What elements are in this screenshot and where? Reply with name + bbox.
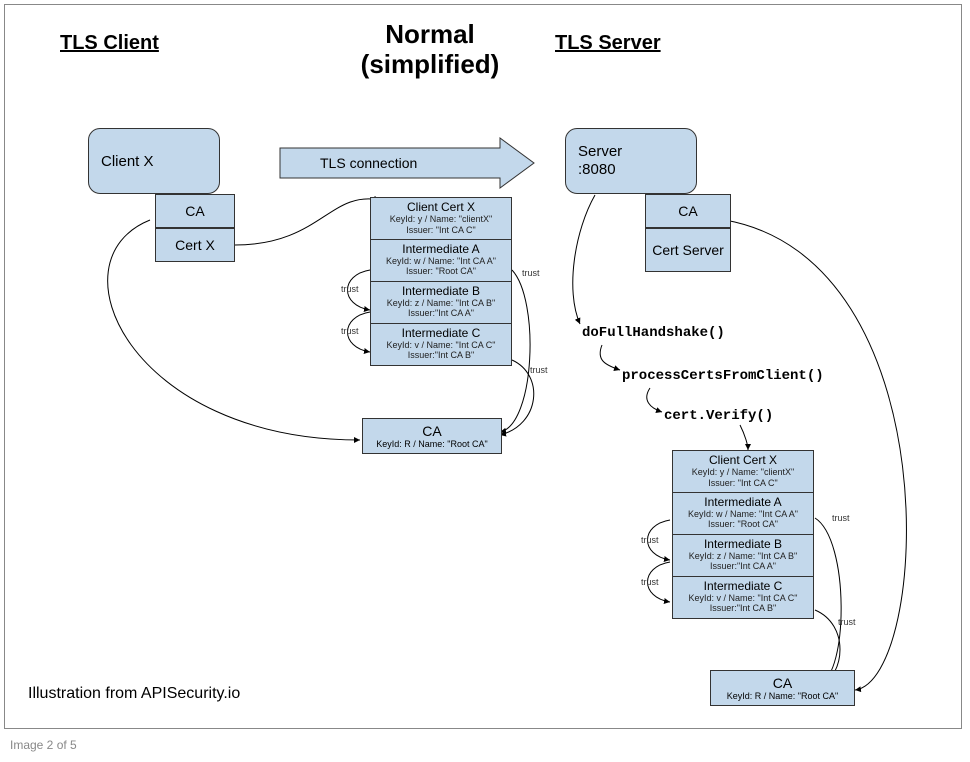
server-ca-box: CA — [645, 194, 731, 228]
chain-left-cert1: Intermediate A KeyId: w / Name: "Int CA … — [371, 240, 511, 282]
chain-right-cert2: Intermediate B KeyId: z / Name: "Int CA … — [673, 535, 813, 577]
chain-right-cert1-title: Intermediate A — [677, 496, 809, 509]
trust-label-r1: trust — [641, 535, 659, 545]
chain-left-cert3-sub1: KeyId: v / Name: "Int CA C" — [375, 340, 507, 350]
chain-right-cert3: Intermediate C KeyId: v / Name: "Int CA … — [673, 577, 813, 618]
image-counter: Image 2 of 5 — [10, 738, 77, 752]
trust-label-l2: trust — [341, 326, 359, 336]
func-handshake: doFullHandshake() — [582, 325, 725, 341]
chain-right-cert0-sub1: KeyId: y / Name: "clientX" — [677, 467, 809, 477]
chain-right-cert1-sub1: KeyId: w / Name: "Int CA A" — [677, 509, 809, 519]
client-cert-label: Cert X — [175, 237, 215, 253]
chain-right-cert1-sub2: Issuer: "Root CA" — [677, 519, 809, 529]
chain-right-cert1: Intermediate A KeyId: w / Name: "Int CA … — [673, 493, 813, 535]
chain-left-cert3-sub2: Issuer:"Int CA B" — [375, 350, 507, 360]
trust-label-l4: trust — [530, 365, 548, 375]
chain-right-cert2-sub2: Issuer:"Int CA A" — [677, 561, 809, 571]
chain-right-cert0-title: Client Cert X — [677, 454, 809, 467]
client-cert-box: Cert X — [155, 228, 235, 262]
server-name-line1: Server — [578, 143, 622, 160]
trust-label-l1: trust — [341, 284, 359, 294]
root-ca-left-title: CA — [369, 423, 495, 439]
diagram-frame — [4, 4, 962, 729]
client-name: Client X — [101, 153, 154, 170]
root-ca-left-sub: KeyId: R / Name: "Root CA" — [369, 439, 495, 449]
root-ca-right-sub: KeyId: R / Name: "Root CA" — [717, 691, 848, 701]
title-line2: (simplified) — [361, 49, 500, 79]
chain-left-cert2-sub1: KeyId: z / Name: "Int CA B" — [375, 298, 507, 308]
client-header: TLS Client — [60, 32, 159, 55]
trust-label-r4: trust — [838, 617, 856, 627]
chain-left-cert3: Intermediate C KeyId: v / Name: "Int CA … — [371, 324, 511, 365]
chain-left-cert0-sub1: KeyId: y / Name: "clientX" — [375, 214, 507, 224]
chain-right-cert3-title: Intermediate C — [677, 580, 809, 593]
chain-right-cert3-sub2: Issuer:"Int CA B" — [677, 603, 809, 613]
func-verify: cert.Verify() — [664, 408, 773, 424]
root-ca-right: CA KeyId: R / Name: "Root CA" — [710, 670, 855, 706]
tls-connection-label: TLS connection — [320, 155, 417, 171]
chain-left-cert2-title: Intermediate B — [375, 285, 507, 298]
client-ca-box: CA — [155, 194, 235, 228]
server-header: TLS Server — [555, 32, 661, 55]
server-cert-label: Cert Server — [652, 242, 724, 258]
chain-right-cert0-sub2: Issuer: "Int CA C" — [677, 478, 809, 488]
trust-label-r2: trust — [641, 577, 659, 587]
chain-left-cert0: Client Cert X KeyId: y / Name: "clientX"… — [371, 198, 511, 240]
chain-left-cert2: Intermediate B KeyId: z / Name: "Int CA … — [371, 282, 511, 324]
root-ca-right-title: CA — [717, 675, 848, 691]
cert-chain-right: Client Cert X KeyId: y / Name: "clientX"… — [672, 450, 814, 619]
chain-left-cert3-title: Intermediate C — [375, 327, 507, 340]
attribution-text: Illustration from APISecurity.io — [28, 685, 240, 703]
client-ca-label: CA — [185, 203, 204, 219]
chain-right-cert0: Client Cert X KeyId: y / Name: "clientX"… — [673, 451, 813, 493]
cert-chain-left: Client Cert X KeyId: y / Name: "clientX"… — [370, 197, 512, 366]
chain-right-cert2-title: Intermediate B — [677, 538, 809, 551]
server-ca-label: CA — [678, 203, 697, 219]
chain-right-cert3-sub1: KeyId: v / Name: "Int CA C" — [677, 593, 809, 603]
server-cert-box: Cert Server — [645, 228, 731, 272]
title-line1: Normal — [385, 19, 475, 49]
trust-label-r3: trust — [832, 513, 850, 523]
server-name-line2: :8080 — [578, 161, 616, 178]
chain-right-cert2-sub1: KeyId: z / Name: "Int CA B" — [677, 551, 809, 561]
chain-left-cert0-title: Client Cert X — [375, 201, 507, 214]
chain-left-cert0-sub2: Issuer: "Int CA C" — [375, 225, 507, 235]
chain-left-cert2-sub2: Issuer:"Int CA A" — [375, 308, 507, 318]
chain-left-cert1-sub1: KeyId: w / Name: "Int CA A" — [375, 256, 507, 266]
func-process: processCertsFromClient() — [622, 368, 824, 384]
trust-label-l3: trust — [522, 268, 540, 278]
server-box: Server :8080 — [565, 128, 697, 194]
root-ca-left: CA KeyId: R / Name: "Root CA" — [362, 418, 502, 454]
client-box: Client X — [88, 128, 220, 194]
chain-left-cert1-sub2: Issuer: "Root CA" — [375, 266, 507, 276]
server-name: Server :8080 — [578, 143, 622, 179]
chain-left-cert1-title: Intermediate A — [375, 243, 507, 256]
diagram-title: Normal (simplified) — [300, 20, 560, 80]
